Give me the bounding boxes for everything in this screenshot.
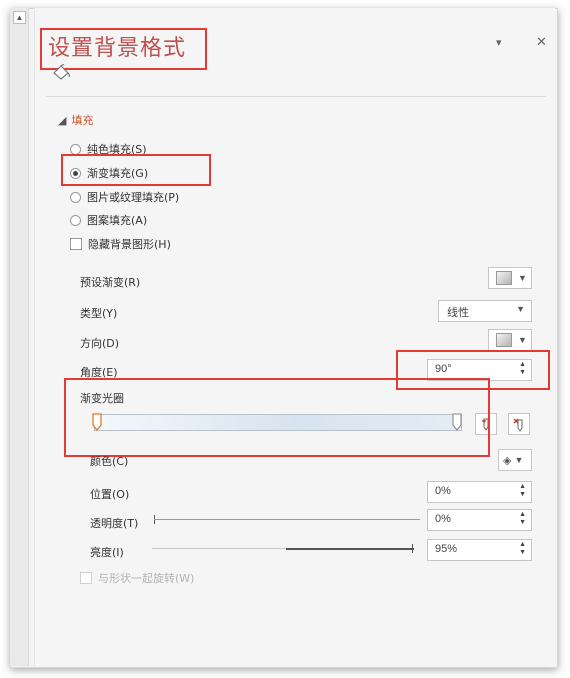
brightness-slider-track-filled[interactable] [286,548,414,550]
spinner-arrows-icon[interactable]: ▲ ▼ [519,511,526,527]
checkbox-rotate-with-shape: 与形状一起旋转(W) [80,570,194,586]
type-label: 类型(Y) [80,307,118,320]
preset-gradient-label: 预设渐变(R) [80,276,141,289]
section-fill[interactable]: ◢ 填充 [58,112,93,128]
chevron-down-icon: ▼ [516,304,525,314]
brightness-label: 亮度(I) [90,546,124,559]
radio-label: 图案填充(A) [87,214,148,227]
scrollbar[interactable]: ▲ [10,8,29,666]
scroll-up-arrow-icon[interactable]: ▲ [13,11,26,24]
paint-bucket-icon: ◈ [503,454,512,467]
direction-dropdown[interactable]: ▼ [488,329,532,351]
annotation-box-gradient-stops [64,378,490,457]
close-icon[interactable]: ✕ [536,34,547,50]
collapse-triangle-icon: ◢ [58,114,67,127]
chevron-down-icon: ▼ [514,455,524,465]
type-select[interactable]: 线性 ▼ [438,300,532,322]
transparency-label: 透明度(T) [90,517,139,530]
brightness-spinner[interactable]: 95% ▲ ▼ [427,539,532,561]
annotation-box-gradient [61,154,211,186]
checkbox-box-disabled [80,572,92,584]
checkbox-label: 隐藏背景图形(H) [88,238,171,251]
spinner-arrows-icon[interactable]: ▲ ▼ [519,483,526,499]
transparency-spinner[interactable]: 0% ▲ ▼ [427,509,532,531]
brightness-slider-thumb[interactable] [412,544,413,553]
transparency-value: 0% [435,513,451,525]
color-picker-dropdown[interactable]: ◈ ▼ [498,449,532,471]
radio-circle[interactable] [70,143,81,155]
preset-gradient-dropdown[interactable]: ▼ [488,267,532,289]
type-value: 线性 [447,307,469,319]
checkbox-box[interactable] [70,238,82,250]
radio-circle[interactable] [70,191,81,203]
direction-label: 方向(D) [80,337,120,350]
spinner-arrows-icon[interactable]: ▲ ▼ [519,541,526,557]
fill-bucket-icon[interactable] [52,64,72,80]
position-spinner[interactable]: 0% ▲ ▼ [427,481,532,503]
brightness-value: 95% [435,543,458,555]
chevron-down-icon: ▼ [518,273,527,283]
color-label: 颜色(C) [90,455,129,468]
position-value: 0% [435,485,451,497]
radio-picture-fill[interactable]: 图片或纹理填充(P) [70,189,179,205]
tab-divider [46,96,546,97]
radio-circle[interactable] [70,214,81,226]
chevron-down-icon: ▼ [518,335,527,345]
brightness-slider-track-left[interactable] [152,548,286,549]
pin-dropdown-icon[interactable]: ▾ [496,36,502,49]
remove-gradient-stop-button[interactable] [508,413,530,435]
checkbox-hide-background[interactable]: 隐藏背景图形(H) [70,236,171,252]
section-fill-label: 填充 [71,114,94,127]
radio-label: 图片或纹理填充(P) [87,191,180,204]
transparency-slider-track[interactable] [154,519,420,520]
radio-pattern-fill[interactable]: 图案填充(A) [70,212,147,228]
position-label: 位置(O) [90,488,130,501]
checkbox-label: 与形状一起旋转(W) [98,572,195,585]
remove-stop-icon [513,418,523,432]
direction-swatch-icon [496,333,512,347]
gradient-swatch-icon [496,271,512,285]
